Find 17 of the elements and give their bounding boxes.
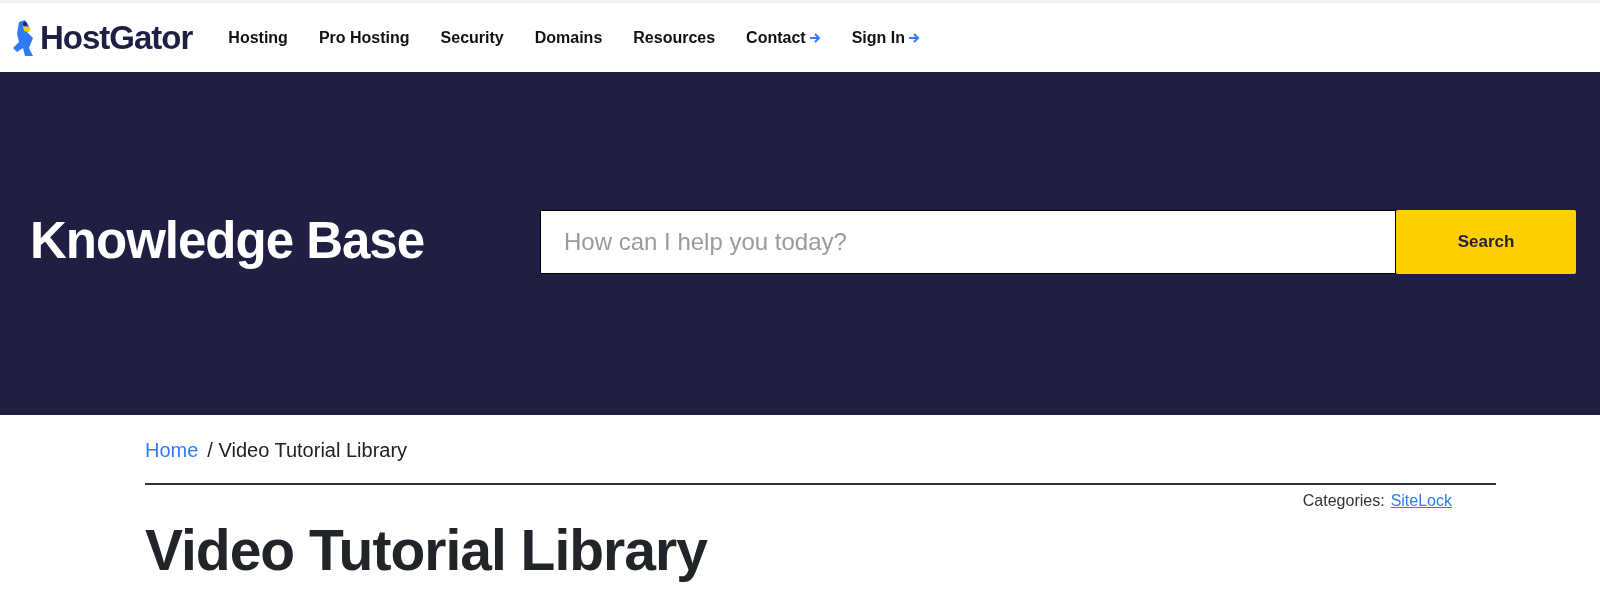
breadcrumb-current: / Video Tutorial Library (207, 438, 408, 463)
nav-link[interactable]: Sign In (851, 25, 920, 50)
nav-link[interactable]: Resources (633, 25, 716, 50)
nav-link[interactable]: Pro Hosting (318, 25, 410, 50)
search-button[interactable]: Search (1396, 209, 1576, 274)
hero-title: Knowledge Base (30, 211, 426, 272)
search-field[interactable]: How can I help you today? (540, 209, 1396, 274)
breadcrumb-link[interactable]: Home (145, 435, 199, 465)
categories-label: Categories: (1302, 491, 1385, 511)
nav-link[interactable]: Contact (746, 25, 821, 50)
logo-text[interactable]: HostGator (40, 12, 193, 63)
nav-link[interactable]: Hosting (228, 25, 288, 50)
arrow-right-icon (908, 31, 920, 44)
arrow-right-icon (808, 31, 821, 44)
category-link[interactable]: SiteLock (1390, 489, 1452, 513)
nav-link[interactable]: Security (440, 25, 504, 50)
nav-link[interactable]: Domains (534, 25, 603, 50)
